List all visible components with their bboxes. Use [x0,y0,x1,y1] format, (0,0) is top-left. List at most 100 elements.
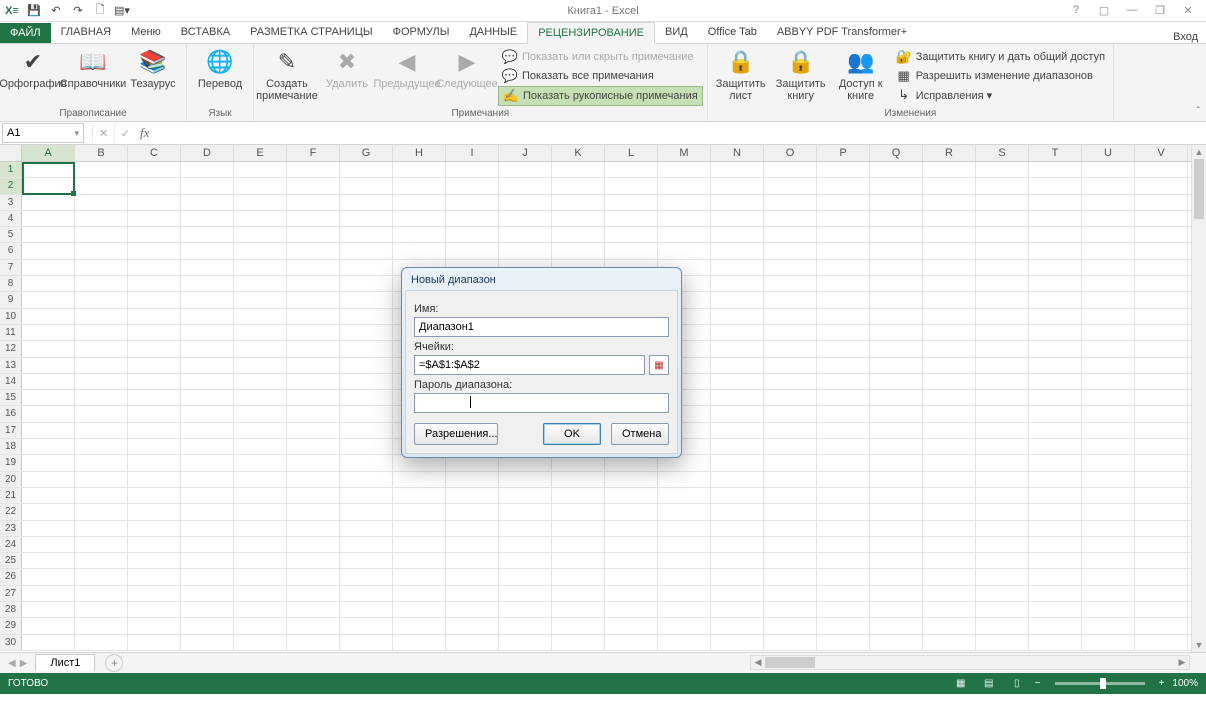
cell[interactable] [128,472,181,487]
cell[interactable] [75,309,128,324]
cell[interactable] [1082,569,1135,584]
cell[interactable] [340,195,393,210]
cell[interactable] [923,276,976,291]
cell[interactable] [287,325,340,340]
cell[interactable] [976,243,1029,258]
cell[interactable] [393,488,446,503]
cell[interactable] [817,521,870,536]
cell[interactable] [605,553,658,568]
row-header[interactable]: 4 [0,211,22,226]
cell[interactable] [976,260,1029,275]
cell[interactable] [764,618,817,633]
cell[interactable] [1029,635,1082,650]
cell[interactable] [764,586,817,601]
cell[interactable] [764,537,817,552]
cell[interactable] [1135,488,1188,503]
cell[interactable] [75,162,128,177]
cell[interactable] [22,162,75,177]
cell[interactable] [1135,472,1188,487]
column-header[interactable]: K [552,145,605,161]
cell[interactable] [234,537,287,552]
cell[interactable] [128,488,181,503]
cell[interactable] [1135,602,1188,617]
cell[interactable] [234,521,287,536]
cell[interactable] [287,276,340,291]
cell[interactable] [128,618,181,633]
cell[interactable] [1135,260,1188,275]
cell[interactable] [552,178,605,193]
cell[interactable] [976,358,1029,373]
column-header[interactable]: O [764,145,817,161]
cell[interactable] [128,390,181,405]
cell[interactable] [181,439,234,454]
scroll-right-icon[interactable]: ▶ [1175,656,1189,669]
cell[interactable] [1135,423,1188,438]
cell[interactable] [1082,537,1135,552]
cell[interactable] [22,276,75,291]
cell[interactable] [75,260,128,275]
cell[interactable] [1135,309,1188,324]
cell[interactable] [181,309,234,324]
cell[interactable] [605,178,658,193]
cell[interactable] [923,618,976,633]
cell[interactable] [711,602,764,617]
cell[interactable] [817,472,870,487]
cell[interactable] [393,537,446,552]
cell[interactable] [605,488,658,503]
cell[interactable] [764,569,817,584]
row-header[interactable]: 11 [0,325,22,340]
cell[interactable] [1135,455,1188,470]
cell[interactable] [181,358,234,373]
cell[interactable] [75,374,128,389]
column-header[interactable]: E [234,145,287,161]
cell[interactable] [446,472,499,487]
cell[interactable] [870,455,923,470]
row-header[interactable]: 7 [0,260,22,275]
row-header[interactable]: 13 [0,358,22,373]
cell[interactable] [764,309,817,324]
row-header[interactable]: 21 [0,488,22,503]
cell[interactable] [287,472,340,487]
cell[interactable] [287,292,340,307]
cell[interactable] [181,390,234,405]
cell[interactable] [446,553,499,568]
cell[interactable] [1029,553,1082,568]
zoom-out-icon[interactable]: − [1035,678,1041,689]
cell[interactable] [711,537,764,552]
collapse-ribbon-icon[interactable]: ˆ [1197,106,1200,117]
cell[interactable] [234,553,287,568]
cell[interactable] [976,472,1029,487]
hscroll-thumb[interactable] [765,657,815,668]
tab-abbyy pdf transformer+[interactable]: ABBYY PDF Transformer+ [767,22,917,43]
cell[interactable] [234,504,287,519]
cell[interactable] [393,472,446,487]
cell[interactable] [711,504,764,519]
cell[interactable] [976,586,1029,601]
cell[interactable] [128,211,181,226]
cell[interactable] [1029,586,1082,601]
cell[interactable] [287,537,340,552]
column-header[interactable]: M [658,145,711,161]
cell[interactable] [711,276,764,291]
cell[interactable] [234,586,287,601]
column-header[interactable]: A [22,145,75,161]
row-header[interactable]: 26 [0,569,22,584]
redo-icon[interactable]: ↷ [68,2,88,20]
tab-office tab[interactable]: Office Tab [698,22,767,43]
fx-icon[interactable]: fx [140,125,149,141]
cell[interactable] [1082,406,1135,421]
cell[interactable] [764,635,817,650]
cell[interactable] [923,455,976,470]
cell[interactable] [817,390,870,405]
column-header[interactable]: F [287,145,340,161]
cell[interactable] [817,243,870,258]
cell[interactable] [764,602,817,617]
cell[interactable] [817,423,870,438]
cell[interactable] [552,195,605,210]
cell[interactable] [711,292,764,307]
cell[interactable] [711,325,764,340]
cell[interactable] [234,341,287,356]
cell[interactable] [1029,358,1082,373]
cell[interactable] [446,602,499,617]
cell[interactable] [22,260,75,275]
